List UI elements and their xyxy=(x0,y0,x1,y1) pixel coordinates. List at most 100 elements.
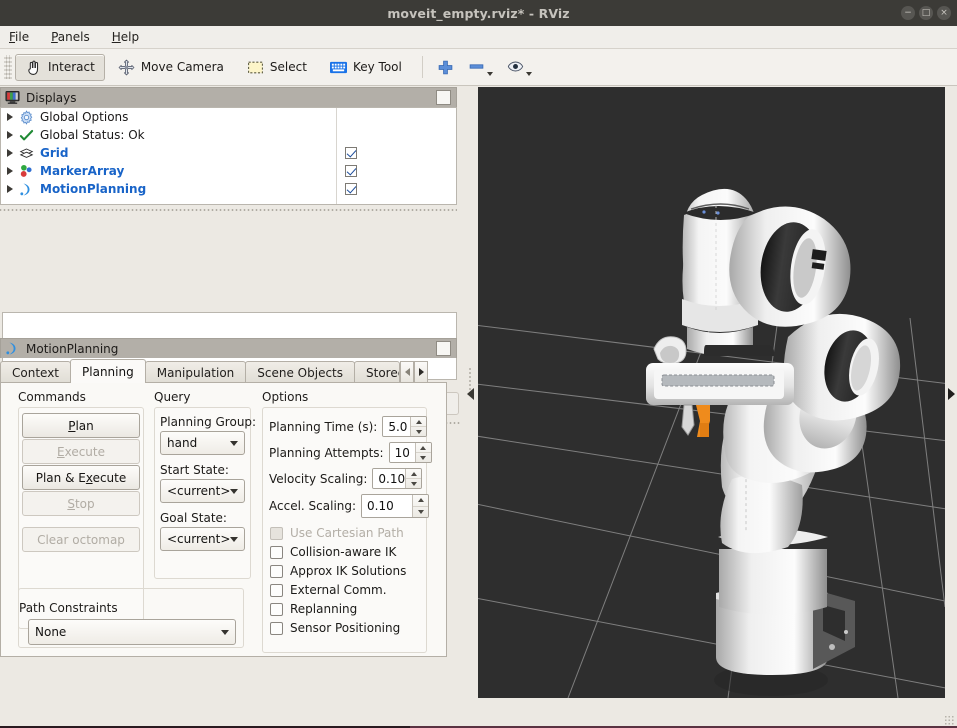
marker-array-enabled-checkbox[interactable] xyxy=(345,165,357,177)
minimize-button[interactable]: − xyxy=(901,6,915,20)
velocity-scaling-steppers[interactable] xyxy=(405,469,422,488)
expand-right-arrow-icon[interactable] xyxy=(947,387,955,400)
stepper-up-button[interactable] xyxy=(411,417,427,427)
planning-time-value[interactable]: 5.0 xyxy=(383,417,411,436)
displays-splitter[interactable] xyxy=(0,206,457,213)
menu-file[interactable]: File xyxy=(9,30,29,44)
tab-manipulation[interactable]: Manipulation xyxy=(144,361,247,383)
velocity-scaling-row: Velocity Scaling: 0.10 xyxy=(269,468,423,489)
resize-grip[interactable] xyxy=(944,715,954,725)
tree-label-global-status: Global Status: Ok xyxy=(40,128,145,142)
accel-scaling-steppers[interactable] xyxy=(412,495,429,518)
collision-aware-ik-row[interactable]: Collision-aware IK xyxy=(270,545,406,559)
displays-tree[interactable]: Global Options Global Status: Ok Grid Ma… xyxy=(0,107,457,205)
external-comm-checkbox[interactable] xyxy=(270,583,283,597)
stepper-up-button[interactable] xyxy=(413,495,429,507)
planning-attempts-spinbox[interactable]: 10 xyxy=(388,442,432,463)
expand-arrow-icon[interactable] xyxy=(7,113,13,121)
gear-icon xyxy=(20,109,33,125)
toolbar-grip[interactable] xyxy=(4,55,12,79)
velocity-scaling-value[interactable]: 0.10 xyxy=(373,469,406,488)
stepper-up-button[interactable] xyxy=(406,469,422,479)
planning-attempts-value[interactable]: 10 xyxy=(389,443,415,462)
value-row-marker-array[interactable] xyxy=(337,162,456,180)
window-controls: − □ × xyxy=(901,6,951,20)
tool-visibility[interactable] xyxy=(500,58,539,76)
collision-aware-ik-checkbox[interactable] xyxy=(270,545,283,559)
plan-and-execute-button[interactable]: Plan & Execute xyxy=(22,465,140,490)
left-dock-collapse[interactable] xyxy=(463,87,477,700)
right-dock-expand[interactable] xyxy=(945,87,957,700)
motion-planning-panel-title: MotionPlanning xyxy=(26,341,119,356)
tab-planning[interactable]: Planning xyxy=(70,359,146,383)
stepper-down-button[interactable] xyxy=(416,453,431,462)
stepper-down-button[interactable] xyxy=(413,507,428,518)
approx-ik-solutions-label: Approx IK Solutions xyxy=(290,564,407,578)
expand-arrow-icon[interactable] xyxy=(7,149,13,157)
tool-add[interactable] xyxy=(430,59,461,76)
tool-key-tool[interactable]: Key Tool xyxy=(320,54,412,81)
replanning-checkbox[interactable] xyxy=(270,602,283,616)
accel-scaling-spinbox[interactable]: 0.10 xyxy=(361,494,430,518)
planning-group-combo[interactable]: hand xyxy=(160,431,245,455)
expand-arrow-icon[interactable] xyxy=(7,131,13,139)
tree-row-grid[interactable]: Grid xyxy=(1,144,336,162)
tab-context[interactable]: Context xyxy=(0,361,72,383)
expand-arrow-icon[interactable] xyxy=(7,167,13,175)
planning-group-label: Planning Group: xyxy=(160,415,257,429)
goal-state-value: <current> xyxy=(167,532,231,546)
replanning-row[interactable]: Replanning xyxy=(270,602,406,616)
tree-row-marker-array[interactable]: MarkerArray xyxy=(1,162,336,180)
motion-planning-panel-header: MotionPlanning xyxy=(0,338,457,358)
value-row-grid[interactable] xyxy=(337,144,456,162)
plan-button[interactable]: Plan xyxy=(22,413,140,438)
tab-scroll-right-button[interactable] xyxy=(414,361,428,383)
planning-time-steppers[interactable] xyxy=(410,417,427,436)
grid-enabled-checkbox[interactable] xyxy=(345,147,357,159)
start-state-combo[interactable]: <current> xyxy=(160,479,245,503)
goal-state-combo[interactable]: <current> xyxy=(160,527,245,551)
render-viewport-3d[interactable] xyxy=(478,87,945,698)
chevron-down-icon xyxy=(230,440,238,446)
sensor-positioning-checkbox[interactable] xyxy=(270,621,283,635)
tree-row-global-status[interactable]: Global Status: Ok xyxy=(1,126,336,144)
tab-stored[interactable]: Stored xyxy=(354,361,400,383)
external-comm-row[interactable]: External Comm. xyxy=(270,583,406,597)
tab-scene-objects[interactable]: Scene Objects xyxy=(245,361,355,383)
approx-ik-solutions-checkbox[interactable] xyxy=(270,564,283,578)
tab-scroll-left-button[interactable] xyxy=(400,361,414,383)
tree-row-global-options[interactable]: Global Options xyxy=(1,108,336,126)
sensor-positioning-row[interactable]: Sensor Positioning xyxy=(270,621,406,635)
motion-planning-enabled-checkbox[interactable] xyxy=(345,183,357,195)
clear-octomap-button: Clear octomap xyxy=(22,527,140,552)
stepper-down-button[interactable] xyxy=(411,427,426,436)
planning-attempts-steppers[interactable] xyxy=(414,443,431,462)
tool-interact[interactable]: Interact xyxy=(15,53,105,81)
stepper-up-button[interactable] xyxy=(415,443,431,453)
velocity-scaling-spinbox[interactable]: 0.10 xyxy=(372,468,423,489)
tree-row-motion-planning[interactable]: MotionPlanning xyxy=(1,180,336,198)
stepper-down-button[interactable] xyxy=(406,479,421,488)
velocity-scaling-label: Velocity Scaling: xyxy=(269,471,368,486)
remove-dropdown-arrow[interactable] xyxy=(486,72,493,76)
approx-ik-solutions-row[interactable]: Approx IK Solutions xyxy=(270,564,406,578)
visibility-dropdown-arrow[interactable] xyxy=(525,72,532,76)
accel-scaling-value[interactable]: 0.10 xyxy=(362,495,413,517)
planning-time-spinbox[interactable]: 5.0 xyxy=(382,416,428,437)
tree-label-marker-array: MarkerArray xyxy=(40,164,125,178)
motion-planning-float-button[interactable] xyxy=(436,341,451,356)
tool-move-camera[interactable]: Move Camera xyxy=(108,54,234,81)
menu-help[interactable]: Help xyxy=(112,30,139,44)
stop-button: Stop xyxy=(22,491,140,516)
path-constraints-combo[interactable]: None xyxy=(28,619,236,645)
expand-arrow-icon[interactable] xyxy=(7,185,13,193)
displays-float-button[interactable] xyxy=(436,90,451,105)
close-button[interactable]: × xyxy=(937,6,951,20)
value-row-motion-planning[interactable] xyxy=(337,180,456,198)
goal-state-label: Goal State: xyxy=(160,511,227,525)
tool-select[interactable]: Select xyxy=(237,54,317,81)
maximize-button[interactable]: □ xyxy=(919,6,933,20)
menu-panels[interactable]: Panels xyxy=(51,30,90,44)
replanning-label: Replanning xyxy=(290,602,358,616)
tool-remove[interactable] xyxy=(461,58,500,76)
